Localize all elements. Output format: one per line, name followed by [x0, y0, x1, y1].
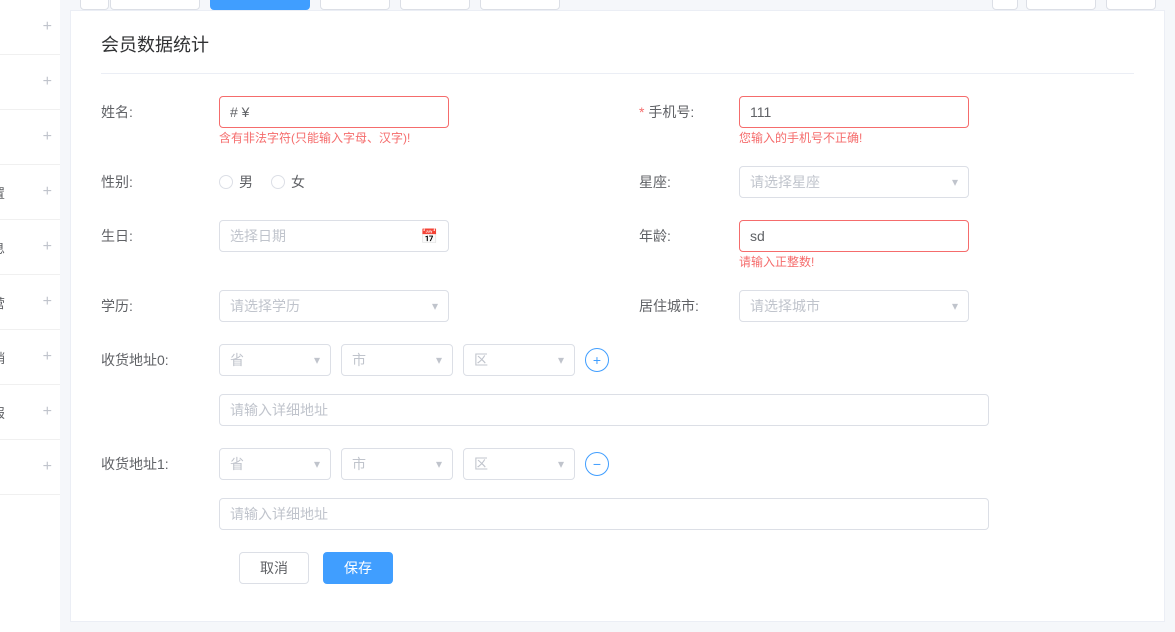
address1-city: 市 [352, 454, 366, 474]
panel-title: 会员数据统计 [101, 31, 1134, 74]
label-name: 姓名: [101, 96, 219, 144]
sidebar: + + + 置 + 息 + 营 + 销 + 报 + + [0, 0, 60, 632]
plus-icon: + [43, 348, 52, 366]
sidebar-item[interactable]: 置 + [0, 165, 60, 220]
sidebar-item[interactable]: 报 + [0, 385, 60, 440]
chevron-down-icon: ▾ [314, 353, 320, 367]
cancel-button[interactable]: 取消 [239, 552, 309, 584]
plus-icon: + [43, 293, 52, 311]
sidebar-item-frag: 置 [0, 183, 5, 202]
top-btn[interactable] [480, 0, 560, 10]
plus-icon: + [43, 73, 52, 91]
chevron-down-icon: ▾ [432, 299, 438, 313]
address1-province-select[interactable]: 省 ▾ [219, 448, 331, 480]
top-btn-active[interactable] [210, 0, 310, 10]
address0-city-select[interactable]: 市 ▾ [341, 344, 453, 376]
gender-radio-male[interactable]: 男 [219, 172, 253, 192]
address0-district: 区 [474, 350, 488, 370]
radio-label-male: 男 [239, 172, 253, 192]
calendar-icon: 📅 [421, 228, 438, 245]
plus-icon: + [593, 352, 601, 368]
address0-district-select[interactable]: 区 ▾ [463, 344, 575, 376]
top-btn[interactable] [320, 0, 390, 10]
plus-icon: + [43, 18, 52, 36]
label-gender: 性别: [101, 166, 219, 198]
label-phone: 手机号: [639, 96, 739, 144]
sidebar-item-frag: 报 [0, 403, 5, 422]
radio-label-female: 女 [291, 172, 305, 192]
remove-address-button[interactable]: − [585, 452, 609, 476]
address1-district: 区 [474, 454, 488, 474]
constellation-placeholder: 请选择星座 [750, 172, 820, 192]
sidebar-item[interactable]: + [0, 440, 60, 495]
top-btn[interactable] [80, 0, 109, 10]
education-select[interactable]: 请选择学历 ▾ [219, 290, 449, 322]
plus-icon: + [43, 238, 52, 256]
plus-icon: + [43, 183, 52, 201]
address1-city-select[interactable]: 市 ▾ [341, 448, 453, 480]
plus-icon: + [43, 458, 52, 476]
save-button[interactable]: 保存 [323, 552, 393, 584]
label-birthday: 生日: [101, 220, 219, 268]
minus-icon: − [593, 456, 601, 472]
chevron-down-icon: ▾ [436, 457, 442, 471]
main-panel: 会员数据统计 姓名: 含有非法字符(只能输入字母、汉字)! 手机号: 您输入的手… [70, 10, 1165, 622]
label-address1: 收货地址1: [101, 448, 219, 530]
address1-detail-input[interactable] [219, 498, 989, 530]
gender-radio-female[interactable]: 女 [271, 172, 305, 192]
label-address0: 收货地址0: [101, 344, 219, 426]
radio-icon [219, 175, 233, 189]
plus-icon: + [43, 403, 52, 421]
label-education: 学历: [101, 290, 219, 322]
chevron-down-icon: ▾ [952, 299, 958, 313]
chevron-down-icon: ▾ [558, 353, 564, 367]
address1-district-select[interactable]: 区 ▾ [463, 448, 575, 480]
sidebar-item[interactable]: 息 + [0, 220, 60, 275]
sidebar-item-frag: 息 [0, 238, 5, 257]
city-select[interactable]: 请选择城市 ▾ [739, 290, 969, 322]
plus-icon: + [43, 128, 52, 146]
chevron-down-icon: ▾ [952, 175, 958, 189]
sidebar-item[interactable]: + [0, 0, 60, 55]
chevron-down-icon: ▾ [314, 457, 320, 471]
education-placeholder: 请选择学历 [230, 296, 300, 316]
name-error: 含有非法字符(只能输入字母、汉字)! [219, 128, 449, 144]
address0-city: 市 [352, 350, 366, 370]
address0-province: 省 [230, 350, 244, 370]
phone-error: 您输入的手机号不正确! [739, 128, 969, 144]
label-age: 年龄: [639, 220, 739, 268]
address1-province: 省 [230, 454, 244, 474]
radio-icon [271, 175, 285, 189]
top-btn[interactable] [110, 0, 200, 10]
city-placeholder: 请选择城市 [750, 296, 820, 316]
age-error: 请输入正整数! [739, 252, 969, 268]
sidebar-item[interactable]: 营 + [0, 275, 60, 330]
address0-province-select[interactable]: 省 ▾ [219, 344, 331, 376]
name-input[interactable] [219, 96, 449, 128]
chevron-down-icon: ▾ [558, 457, 564, 471]
label-city: 居住城市: [639, 290, 739, 322]
phone-input[interactable] [739, 96, 969, 128]
sidebar-item[interactable]: + [0, 55, 60, 110]
constellation-select[interactable]: 请选择星座 ▾ [739, 166, 969, 198]
address0-detail-input[interactable] [219, 394, 989, 426]
sidebar-item-frag: 营 [0, 293, 5, 312]
top-btn[interactable] [1026, 0, 1096, 10]
add-address-button[interactable]: + [585, 348, 609, 372]
sidebar-item[interactable]: + [0, 110, 60, 165]
birthday-input[interactable]: 选择日期 📅 [219, 220, 449, 252]
top-btn[interactable] [1106, 0, 1156, 10]
top-btn[interactable] [400, 0, 470, 10]
birthday-placeholder: 选择日期 [230, 226, 286, 246]
top-btn[interactable] [992, 0, 1018, 10]
chevron-down-icon: ▾ [436, 353, 442, 367]
sidebar-item-frag: 销 [0, 348, 5, 367]
label-constellation: 星座: [639, 166, 739, 198]
sidebar-item[interactable]: 销 + [0, 330, 60, 385]
gender-radio-group: 男 女 [219, 166, 449, 198]
age-input[interactable] [739, 220, 969, 252]
